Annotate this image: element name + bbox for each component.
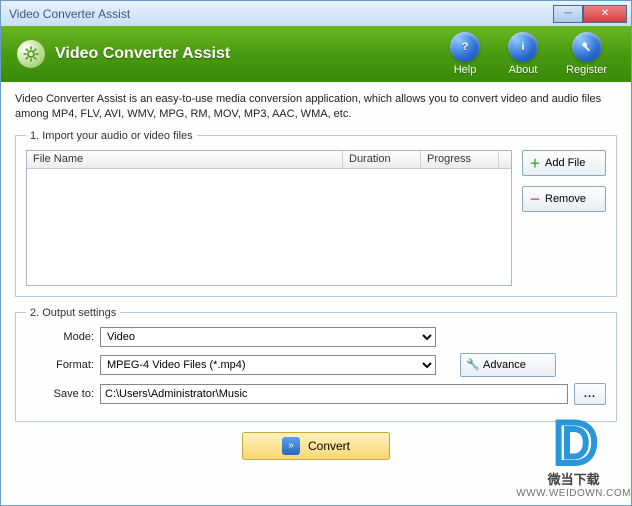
remove-button[interactable]: － Remove xyxy=(522,186,606,212)
content-area: Video Converter Assist is an easy-to-use… xyxy=(0,82,632,506)
format-select[interactable]: MPEG-4 Video Files (*.mp4) xyxy=(100,355,436,375)
col-extra xyxy=(499,151,511,168)
register-label: Register xyxy=(566,64,607,76)
browse-label: ... xyxy=(584,388,596,400)
close-button[interactable]: ✕ xyxy=(583,5,627,23)
convert-arrow-icon: » xyxy=(282,437,300,455)
add-file-label: Add File xyxy=(545,157,585,169)
saveto-label: Save to: xyxy=(26,388,94,400)
titlebar: Video Converter Assist ─ ✕ xyxy=(0,0,632,26)
window-buttons: ─ ✕ xyxy=(553,5,627,23)
watermark-cn: 微当下载 xyxy=(516,469,631,488)
browse-button[interactable]: ... xyxy=(574,383,606,405)
format-label: Format: xyxy=(26,359,94,371)
convert-button[interactable]: » Convert xyxy=(242,432,390,460)
col-progress[interactable]: Progress xyxy=(421,151,499,168)
app-header: Video Converter Assist ? Help i About Re… xyxy=(0,26,632,82)
about-button[interactable]: i About xyxy=(508,32,538,76)
remove-label: Remove xyxy=(545,193,586,205)
add-icon: ＋ xyxy=(529,157,541,169)
mode-select[interactable]: Video xyxy=(100,327,436,347)
help-label: Help xyxy=(454,64,477,76)
advance-label: Advance xyxy=(483,359,526,371)
help-icon: ? xyxy=(450,32,480,62)
col-duration[interactable]: Duration xyxy=(343,151,421,168)
import-legend: 1. Import your audio or video files xyxy=(26,130,197,142)
import-fieldset: 1. Import your audio or video files File… xyxy=(15,130,617,297)
advance-button[interactable]: 🔧 Advance xyxy=(460,353,556,377)
window-title: Video Converter Assist xyxy=(9,7,553,21)
about-icon: i xyxy=(508,32,538,62)
minimize-button[interactable]: ─ xyxy=(553,5,583,23)
mode-label: Mode: xyxy=(26,331,94,343)
col-filename[interactable]: File Name xyxy=(27,151,343,168)
remove-icon: － xyxy=(529,193,541,205)
wrench-icon: 🔧 xyxy=(467,359,479,371)
app-logo-icon xyxy=(17,40,45,68)
output-fieldset: 2. Output settings Mode: Video Format: M… xyxy=(15,307,617,422)
file-table[interactable]: File Name Duration Progress xyxy=(26,150,512,286)
register-button[interactable]: Register xyxy=(566,32,607,76)
description-text: Video Converter Assist is an easy-to-use… xyxy=(15,92,617,122)
header-buttons: ? Help i About Register xyxy=(450,32,607,76)
register-icon xyxy=(572,32,602,62)
help-button[interactable]: ? Help xyxy=(450,32,480,76)
about-label: About xyxy=(509,64,538,76)
output-legend: 2. Output settings xyxy=(26,307,120,319)
add-file-button[interactable]: ＋ Add File xyxy=(522,150,606,176)
saveto-input[interactable] xyxy=(100,384,568,404)
watermark-url: WWW.WEIDOWN.COM xyxy=(516,488,631,499)
table-header: File Name Duration Progress xyxy=(27,151,511,169)
convert-label: Convert xyxy=(308,439,350,453)
app-title: Video Converter Assist xyxy=(55,45,450,63)
